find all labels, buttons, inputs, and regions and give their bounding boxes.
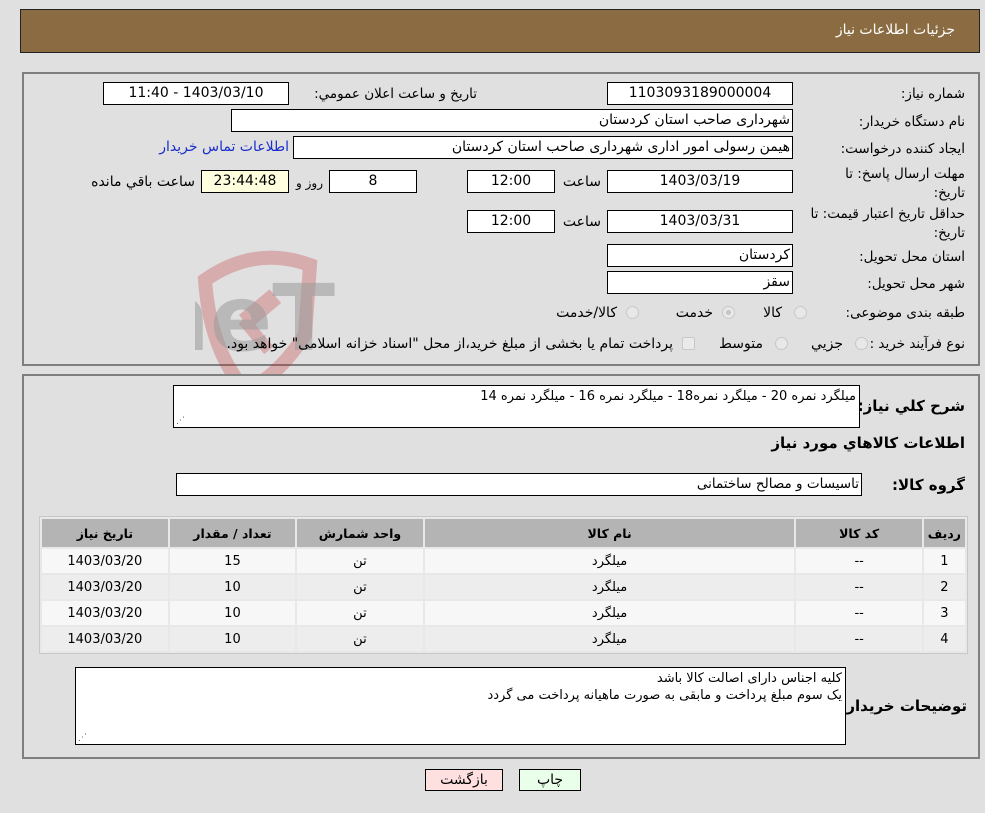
- category-option-service: خدمت: [675, 305, 713, 321]
- buyer-notes-line-2: یک سوم مبلغ پرداخت و مابقی به صورت ماهیا…: [487, 688, 842, 703]
- requester-field[interactable]: هیمن رسولی امور اداری شهرداری صاحب استان…: [293, 136, 793, 159]
- treasury-note: پرداخت تمام یا بخشی از مبلغ خرید،از محل …: [226, 336, 673, 352]
- announce-datetime-field[interactable]: 1403/03/10 - 11:40: [103, 82, 289, 105]
- cell-date: 1403/03/20: [42, 601, 168, 625]
- remaining-days-field: 8: [329, 170, 417, 193]
- goods-table: ردیف کد کالا نام کالا واحد شمارش تعداد /…: [39, 516, 968, 654]
- purchase-type-radio-medium[interactable]: [775, 337, 788, 350]
- cell-unit: تن: [297, 549, 423, 573]
- category-option-goods-service: کالا/خدمت: [556, 305, 617, 321]
- buyer-org-label: نام دستگاه خریدار:: [858, 114, 965, 130]
- cell-quantity: 10: [169, 627, 296, 651]
- response-deadline-label: مهلت ارسال پاسخ: تا تاریخ:: [845, 166, 965, 201]
- purchase-type-option-medium: متوسط: [719, 336, 763, 352]
- table-row: 4 -- میلگرد تن 10 1403/03/20: [42, 627, 965, 651]
- price-validity-time-label: ساعت: [562, 214, 601, 230]
- category-option-goods: کالا: [763, 305, 782, 321]
- response-deadline-time-field[interactable]: 12:00: [467, 170, 555, 193]
- cell-unit: تن: [297, 575, 423, 599]
- cell-code: --: [796, 575, 922, 599]
- cell-code: --: [796, 627, 922, 651]
- cell-date: 1403/03/20: [42, 549, 168, 573]
- cell-unit: تن: [297, 601, 423, 625]
- col-header-unit: واحد شمارش: [297, 519, 423, 547]
- table-row: 2 -- میلگرد تن 10 1403/03/20: [42, 575, 965, 599]
- cell-code: --: [796, 549, 922, 573]
- price-validity-label: حداقل تاریخ اعتبار قیمت: تا تاریخ:: [810, 206, 965, 241]
- resize-grip-icon[interactable]: ⋰: [176, 416, 186, 426]
- cell-row: 4: [923, 627, 965, 651]
- buyer-notes-label: توضیحات خریدار:: [840, 697, 967, 715]
- category-radio-goods-service[interactable]: [626, 306, 639, 319]
- category-radio-service[interactable]: [722, 306, 735, 319]
- general-desc-textarea[interactable]: میلگرد نمره 20 - میلگرد نمره18 - میلگرد …: [173, 385, 860, 428]
- page-title: جزئیات اطلاعات نیاز: [835, 22, 955, 38]
- col-header-date: تاریخ نیاز: [42, 519, 168, 547]
- table-row: 1 -- میلگرد تن 15 1403/03/20: [42, 549, 965, 573]
- requester-label: ایجاد کننده درخواست:: [840, 141, 965, 157]
- goods-info-title: اطلاعات کالاهاي مورد نیاز: [771, 434, 965, 452]
- need-number-field[interactable]: 1103093189000004: [607, 82, 793, 105]
- treasury-checkbox[interactable]: [682, 337, 695, 350]
- general-desc-text: میلگرد نمره 20 - میلگرد نمره18 - میلگرد …: [480, 389, 856, 404]
- cell-name: میلگرد: [424, 549, 795, 573]
- goods-group-field[interactable]: تاسیسات و مصالح ساختمانی: [176, 473, 862, 496]
- cell-quantity: 10: [169, 575, 296, 599]
- category-radio-goods[interactable]: [794, 306, 807, 319]
- col-header-name: نام کالا: [424, 519, 795, 547]
- cell-code: --: [796, 601, 922, 625]
- category-label: طبقه بندی موضوعی:: [845, 305, 965, 321]
- cell-name: میلگرد: [424, 601, 795, 625]
- announce-datetime-label: تاریخ و ساعت اعلان عمومي:: [314, 86, 477, 102]
- buyer-contact-link[interactable]: اطلاعات تماس خریدار: [159, 139, 289, 155]
- days-label: روز و: [296, 176, 323, 190]
- buyer-notes-line-1: کلیه اجناس دارای اصالت کالا باشد: [656, 671, 842, 686]
- delivery-city-label: شهر محل تحویل:: [867, 276, 965, 292]
- buyer-notes-textarea[interactable]: کلیه اجناس دارای اصالت کالا باشد یک سوم …: [75, 667, 846, 745]
- cell-date: 1403/03/20: [42, 575, 168, 599]
- cell-date: 1403/03/20: [42, 627, 168, 651]
- table-row: 3 -- میلگرد تن 10 1403/03/20: [42, 601, 965, 625]
- cell-row: 3: [923, 601, 965, 625]
- col-header-row: ردیف: [923, 519, 965, 547]
- price-validity-date-field[interactable]: 1403/03/31: [607, 210, 793, 233]
- general-desc-label: شرح کلي نیاز:: [857, 397, 965, 415]
- col-header-quantity: تعداد / مقدار: [169, 519, 296, 547]
- price-validity-time-field[interactable]: 12:00: [467, 210, 555, 233]
- purchase-type-radio-minor[interactable]: [855, 337, 868, 350]
- response-deadline-time-label: ساعت: [562, 174, 601, 190]
- remaining-time-label: ساعت باقي مانده: [91, 174, 195, 190]
- resize-grip-icon[interactable]: ⋰: [78, 733, 88, 743]
- delivery-province-label: استان محل تحویل:: [859, 249, 965, 265]
- delivery-city-field[interactable]: سقز: [607, 271, 793, 294]
- cell-quantity: 15: [169, 549, 296, 573]
- col-header-code: کد کالا: [796, 519, 922, 547]
- purchase-type-label: نوع فرآیند خرید :: [869, 336, 965, 352]
- buyer-org-field[interactable]: شهرداری صاحب استان کردستان: [231, 109, 793, 132]
- table-header-row: ردیف کد کالا نام کالا واحد شمارش تعداد /…: [42, 519, 965, 547]
- cell-name: میلگرد: [424, 627, 795, 651]
- cell-row: 2: [923, 575, 965, 599]
- delivery-province-field[interactable]: کردستان: [607, 244, 793, 267]
- cell-row: 1: [923, 549, 965, 573]
- remaining-time-field: 23:44:48: [201, 170, 289, 193]
- print-button[interactable]: چاپ: [519, 769, 581, 791]
- goods-group-label: گروه کالا:: [892, 476, 965, 494]
- need-number-label: شماره نیاز:: [900, 86, 965, 102]
- response-deadline-date-field[interactable]: 1403/03/19: [607, 170, 793, 193]
- back-button[interactable]: بازگشت: [425, 769, 503, 791]
- cell-quantity: 10: [169, 601, 296, 625]
- purchase-type-option-minor: جزيي: [811, 336, 843, 352]
- cell-name: میلگرد: [424, 575, 795, 599]
- cell-unit: تن: [297, 627, 423, 651]
